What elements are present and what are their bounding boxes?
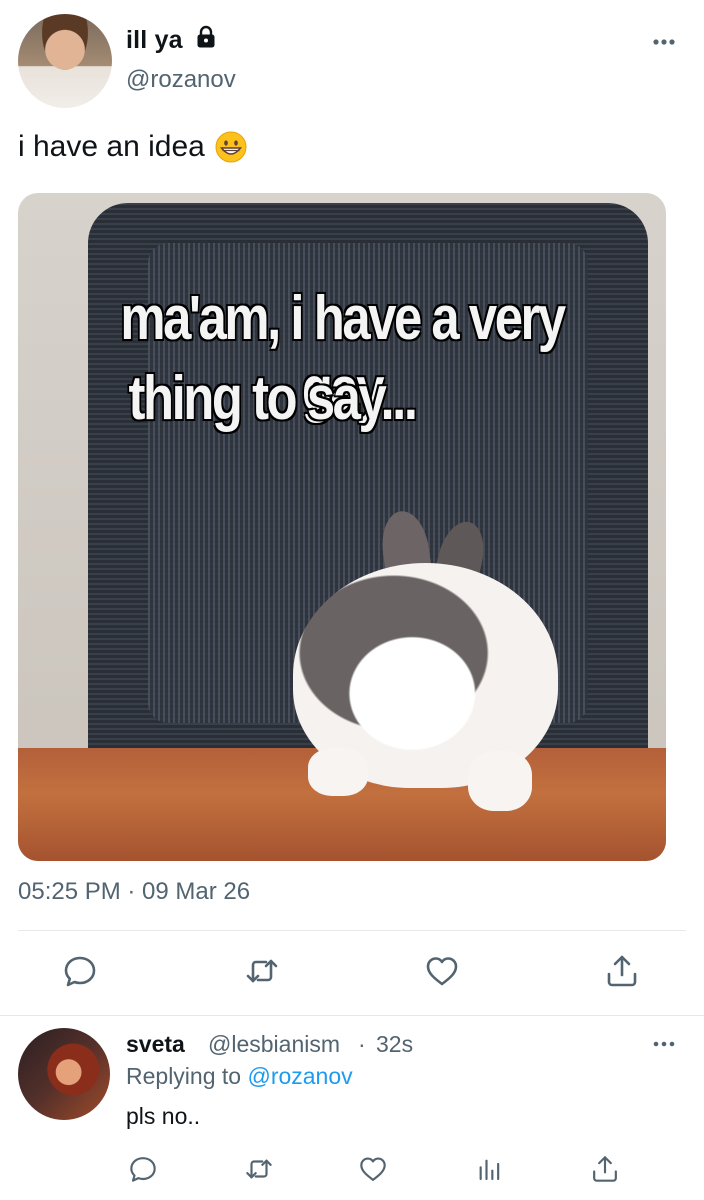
separator-dot: · <box>358 1031 366 1057</box>
reply-author-display-name[interactable]: sveta <box>126 1031 185 1058</box>
tweet-timestamp[interactable]: 05:25 PM · 09 Mar 26 <box>18 878 250 906</box>
bunny-paw-right <box>468 751 532 811</box>
author-handle[interactable]: @rozanov <box>126 66 236 94</box>
replying-to-mention[interactable]: @rozanov <box>247 1063 352 1089</box>
reply-author-avatar[interactable] <box>18 1028 110 1120</box>
replying-to-prefix: Replying to <box>126 1063 242 1089</box>
tweet-text-content: i have an idea <box>18 130 205 163</box>
reply-time[interactable]: 32s <box>376 1031 413 1058</box>
reply-text: pls no.. <box>126 1103 201 1129</box>
reply-icon[interactable] <box>128 1154 158 1184</box>
bunny-paw-left <box>308 748 368 796</box>
lock-icon <box>194 25 218 49</box>
retweet-icon[interactable] <box>244 953 280 989</box>
like-icon[interactable] <box>424 953 460 989</box>
share-icon[interactable] <box>604 953 640 989</box>
more-options-icon[interactable] <box>648 30 680 54</box>
replying-to-line: Replying to @rozanov <box>126 1063 353 1090</box>
share-icon[interactable] <box>590 1154 620 1184</box>
author-display-name[interactable]: ill ya <box>126 26 183 55</box>
divider <box>0 1015 704 1016</box>
reply-icon[interactable] <box>62 953 98 989</box>
tweet-media-image[interactable]: ma'am, i have a very gay thing to say... <box>18 193 666 861</box>
more-options-icon[interactable] <box>648 1034 680 1054</box>
retweet-icon[interactable] <box>244 1154 274 1184</box>
tweet-text: i have an idea <box>18 130 247 164</box>
author-avatar[interactable] <box>18 14 112 108</box>
like-icon[interactable] <box>358 1154 388 1184</box>
grinning-face-emoji-icon <box>215 131 247 163</box>
analytics-icon[interactable] <box>474 1154 504 1184</box>
meme-caption-line2: thing to say... <box>128 364 418 433</box>
reply-author-handle[interactable]: @lesbianism <box>208 1031 340 1058</box>
divider <box>18 930 686 931</box>
